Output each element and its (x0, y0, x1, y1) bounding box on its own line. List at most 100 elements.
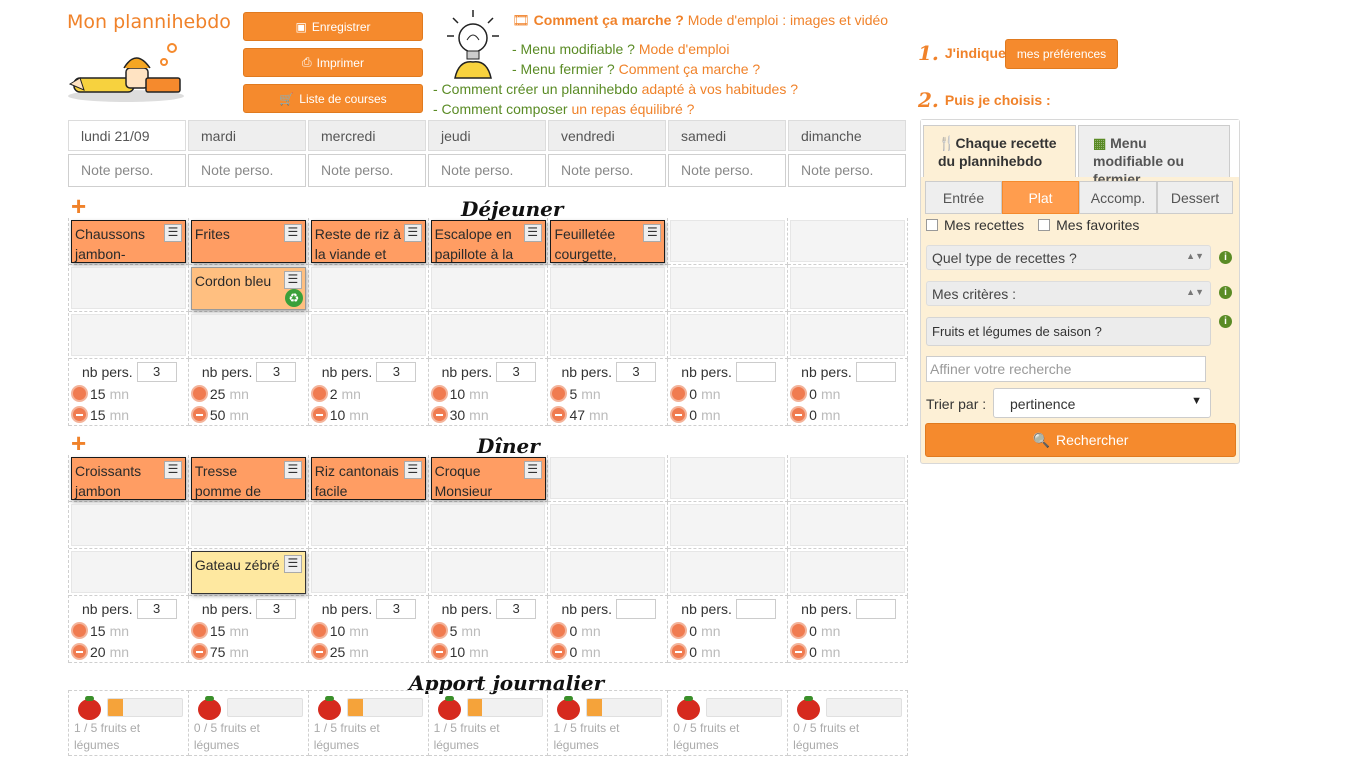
meal-slot[interactable]: Croissants jambon ☰ (69, 455, 189, 502)
how-it-works-title[interactable]: Comment ça marche ? (534, 12, 684, 28)
search-button[interactable]: 🔍 Rechercher (925, 423, 1236, 457)
persons-input[interactable] (616, 599, 657, 619)
link-comment-ca-marche[interactable]: Comment ça marche ? (619, 61, 761, 77)
meal-slot[interactable] (668, 502, 789, 549)
info-icon[interactable]: i (1219, 251, 1232, 264)
day-tab-4[interactable]: vendredi (548, 120, 666, 151)
recipe-card[interactable]: Croque Monsieur ☰ (430, 457, 546, 500)
shopping-list-button[interactable]: 🛒 Liste de courses (243, 84, 423, 113)
empty-slot[interactable] (670, 504, 786, 546)
persons-input[interactable] (735, 599, 776, 619)
meal-slot[interactable] (788, 265, 909, 312)
meal-slot[interactable] (668, 455, 789, 502)
recipe-card[interactable]: Escalope en papillote à la ☰ (430, 220, 546, 263)
meal-slot[interactable] (428, 265, 549, 312)
day-tab-2[interactable]: mercredi (308, 120, 426, 151)
link-repas-equilibre[interactable]: un repas équilibré ? (571, 101, 694, 117)
meal-slot[interactable] (188, 502, 309, 549)
tab-chaque-recette[interactable]: 🍴Chaque recette du plannihebdo (923, 125, 1076, 177)
empty-slot[interactable] (670, 267, 786, 309)
day-tab-6[interactable]: dimanche (788, 120, 906, 151)
note-input[interactable]: Note perso. (188, 154, 306, 187)
empty-slot[interactable] (71, 504, 186, 546)
recipe-card[interactable]: Croissants jambon ☰ (71, 457, 186, 500)
preferences-button[interactable]: mes préférences (1005, 39, 1118, 69)
day-tab-1[interactable]: mardi (188, 120, 306, 151)
menu-icon[interactable]: ☰ (164, 224, 182, 242)
empty-slot[interactable] (550, 504, 666, 546)
meal-slot[interactable]: Tresse pomme de ☰ (188, 455, 309, 502)
meal-slot[interactable]: Chaussons jambon- ☰ (69, 218, 189, 265)
note-input[interactable]: Note perso. (428, 154, 546, 187)
empty-slot[interactable] (430, 551, 546, 593)
empty-slot[interactable] (790, 504, 906, 546)
note-input[interactable]: Note perso. (668, 154, 786, 187)
persons-input[interactable]: 3 (496, 599, 537, 619)
meal-slot[interactable] (308, 265, 429, 312)
meal-slot[interactable] (69, 502, 189, 549)
menu-icon[interactable]: ☰ (403, 461, 422, 479)
note-input[interactable]: Note perso. (788, 154, 906, 187)
recipe-card[interactable]: Gateau zébré ☰ (190, 551, 306, 594)
meal-slot[interactable] (188, 312, 309, 359)
persons-input[interactable] (735, 362, 776, 382)
empty-slot[interactable] (790, 457, 906, 499)
empty-slot[interactable] (310, 551, 426, 593)
empty-slot[interactable] (190, 314, 306, 356)
meal-slot[interactable] (668, 265, 789, 312)
meal-slot[interactable] (428, 502, 549, 549)
refine-search-input[interactable]: Affiner votre recherche (926, 356, 1206, 382)
meal-slot[interactable] (69, 265, 189, 312)
meal-slot[interactable] (548, 549, 669, 596)
link-mode-emploi[interactable]: Mode d'emploi (639, 41, 730, 57)
meal-slot[interactable]: Reste de riz à la viande et ☰ (308, 218, 429, 265)
empty-slot[interactable] (670, 314, 786, 356)
empty-slot[interactable] (790, 551, 906, 593)
persons-input[interactable] (855, 362, 896, 382)
recipe-card[interactable]: Chaussons jambon- ☰ (71, 220, 186, 263)
meal-slot[interactable] (548, 265, 669, 312)
empty-slot[interactable] (790, 220, 906, 262)
empty-slot[interactable] (550, 457, 666, 499)
recipe-card[interactable]: Cordon bleu ☰ ♻ (190, 267, 306, 310)
empty-slot[interactable] (670, 457, 786, 499)
empty-slot[interactable] (670, 551, 786, 593)
empty-slot[interactable] (550, 551, 666, 593)
empty-slot[interactable] (790, 267, 906, 309)
meal-slot[interactable]: Cordon bleu ☰ ♻ (188, 265, 309, 312)
persons-input[interactable]: 3 (616, 362, 657, 382)
empty-slot[interactable] (310, 504, 426, 546)
meal-slot[interactable]: Gateau zébré ☰ (188, 549, 309, 596)
meal-slot[interactable] (548, 455, 669, 502)
category-tab[interactable]: Accomp. (1079, 181, 1157, 214)
menu-icon[interactable]: ☰ (403, 224, 422, 242)
meal-slot[interactable] (668, 218, 789, 265)
menu-icon[interactable]: ☰ (523, 461, 542, 479)
note-input[interactable]: Note perso. (68, 154, 186, 187)
menu-icon[interactable]: ☰ (643, 224, 662, 242)
criteria-select[interactable]: Mes critères : ▲▼ (926, 281, 1211, 306)
day-tab-0[interactable]: lundi 21/09 (68, 120, 186, 151)
menu-icon[interactable]: ☰ (283, 555, 302, 573)
meal-slot[interactable] (69, 549, 189, 596)
meal-slot[interactable]: Feuilletée courgette, ☰ (548, 218, 669, 265)
print-button[interactable]: ⎙ Imprimer (243, 48, 423, 77)
menu-icon[interactable]: ☰ (283, 461, 302, 479)
meal-slot[interactable] (788, 218, 909, 265)
sort-select[interactable]: pertinence ▼ (993, 388, 1211, 418)
meal-slot[interactable] (788, 502, 909, 549)
note-input[interactable]: Note perso. (548, 154, 666, 187)
meal-slot[interactable]: Frites ☰ (188, 218, 309, 265)
empty-slot[interactable] (71, 551, 186, 593)
category-tab[interactable]: Plat (1002, 181, 1079, 214)
empty-slot[interactable] (71, 314, 186, 356)
persons-input[interactable]: 3 (376, 362, 417, 382)
tab-menu-modifiable[interactable]: ▦ Menu modifiable ou fermier (1078, 125, 1230, 187)
persons-input[interactable]: 3 (256, 362, 297, 382)
meal-slot[interactable] (668, 312, 789, 359)
recipe-card[interactable]: Frites ☰ (190, 220, 306, 263)
category-tab[interactable]: Dessert (1157, 181, 1233, 214)
how-it-works-link[interactable]: Mode d'emploi : images et vidéo (688, 12, 888, 28)
empty-slot[interactable] (71, 267, 186, 309)
recipe-card[interactable]: Tresse pomme de ☰ (190, 457, 306, 500)
